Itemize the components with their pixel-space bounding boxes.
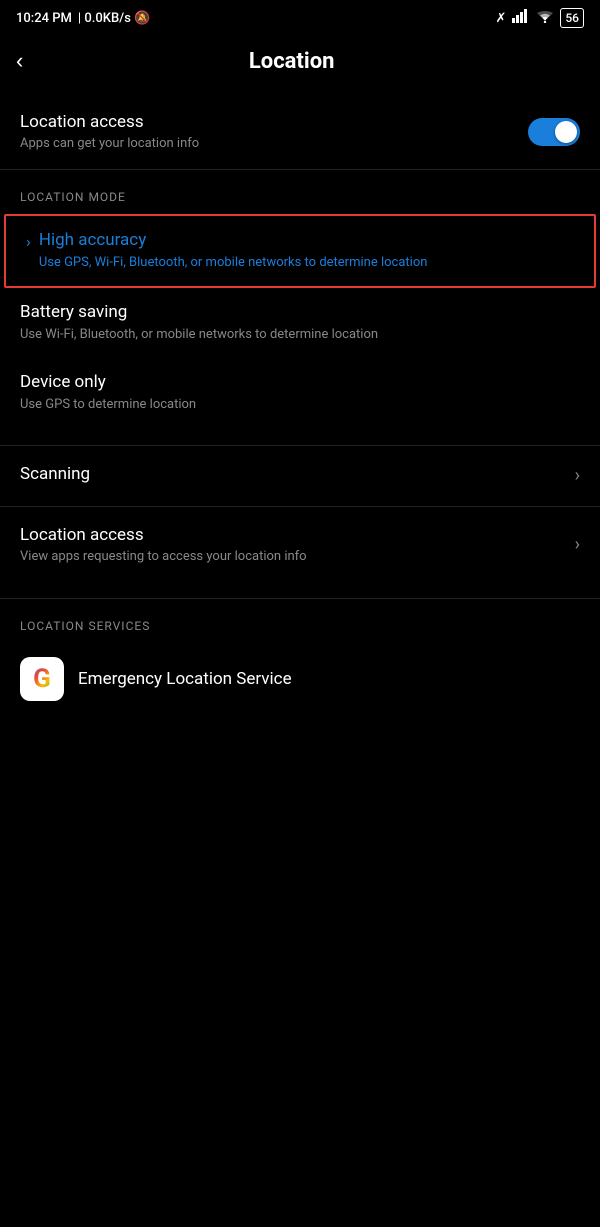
mode-title-device-only: Device only <box>20 372 196 392</box>
mode-device-only[interactable]: Device only Use GPS to determine locatio… <box>0 358 600 428</box>
mode-title-high-accuracy: High accuracy <box>39 230 428 250</box>
signal-icon <box>512 9 530 27</box>
battery-indicator: 56 <box>560 8 584 28</box>
wifi-icon <box>536 10 554 27</box>
location-access-description: Apps can get your location info <box>20 136 199 151</box>
chevron-right-icon: › <box>26 232 31 251</box>
scanning-chevron-icon: › <box>575 465 580 486</box>
emergency-location-service-title: Emergency Location Service <box>78 669 292 689</box>
scanning-nav-item[interactable]: Scanning › <box>0 446 600 506</box>
network-speed: | 0.0KB/s 🔕 <box>78 11 150 26</box>
location-access-toggle[interactable] <box>528 118 580 146</box>
toggle-knob <box>555 121 577 143</box>
page-title: Location <box>31 49 552 74</box>
page-header: ‹ Location <box>0 32 600 94</box>
status-bar: 10:24 PM | 0.0KB/s 🔕 ✗ 56 <box>0 0 600 32</box>
mode-desc-battery-saving: Use Wi-Fi, Bluetooth, or mobile networks… <box>20 326 378 344</box>
mode-content-battery-saving: Battery saving Use Wi-Fi, Bluetooth, or … <box>20 302 378 344</box>
mode-high-accuracy[interactable]: › High accuracy Use GPS, Wi-Fi, Bluetoot… <box>4 214 596 288</box>
location-services-section-label: LOCATION SERVICES <box>0 599 600 643</box>
location-access-text: Location access Apps can get your locati… <box>20 112 199 151</box>
scanning-content: Scanning <box>20 464 90 488</box>
bluetooth-icon: ✗ <box>495 11 506 26</box>
scanning-title: Scanning <box>20 464 90 484</box>
mode-title-battery-saving: Battery saving <box>20 302 378 322</box>
status-right: ✗ 56 <box>495 8 584 28</box>
mode-content-high-accuracy: High accuracy Use GPS, Wi-Fi, Bluetooth,… <box>39 230 428 272</box>
status-left: 10:24 PM | 0.0KB/s 🔕 <box>16 11 150 26</box>
location-access-nav-title: Location access <box>20 525 307 545</box>
location-mode-section-label: LOCATION MODE <box>0 170 600 214</box>
back-button[interactable]: ‹ <box>16 44 31 78</box>
mode-content-device-only: Device only Use GPS to determine locatio… <box>20 372 196 414</box>
mode-desc-high-accuracy: Use GPS, Wi-Fi, Bluetooth, or mobile net… <box>39 254 428 272</box>
emergency-location-service-item[interactable]: G Emergency Location Service <box>0 643 600 715</box>
time: 10:24 PM <box>16 11 72 26</box>
location-access-nav-content: Location access View apps requesting to … <box>20 525 307 564</box>
google-icon: G <box>20 657 64 701</box>
google-logo: G <box>33 664 51 694</box>
location-access-label: Location access <box>20 112 199 132</box>
mode-battery-saving[interactable]: Battery saving Use Wi-Fi, Bluetooth, or … <box>0 288 600 358</box>
location-access-toggle-row: Location access Apps can get your locati… <box>0 94 600 169</box>
location-access-nav-item[interactable]: Location access View apps requesting to … <box>0 507 600 582</box>
location-access-nav-desc: View apps requesting to access your loca… <box>20 549 307 564</box>
mode-desc-device-only: Use GPS to determine location <box>20 396 196 414</box>
location-access-chevron-icon: › <box>575 534 580 555</box>
